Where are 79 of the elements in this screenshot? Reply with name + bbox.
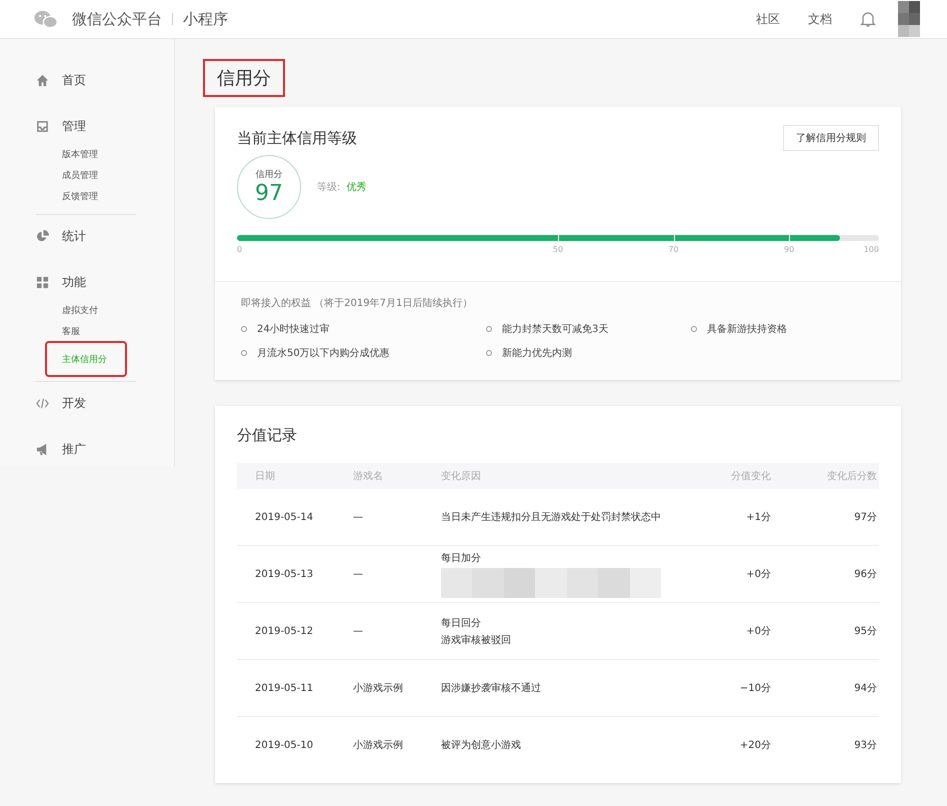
grid-icon — [36, 276, 49, 288]
wechat-logo-icon — [34, 10, 58, 28]
tick-label: 50 — [552, 245, 564, 254]
table-cell-text: 当日未产生违规扣分且无游戏处于处罚封禁状态中 — [441, 510, 662, 524]
tick-label: 100 — [864, 245, 879, 254]
column-header: 日期 — [254, 470, 276, 483]
table-cell-text: 小游戏示例 — [353, 738, 404, 752]
column-header: 分值变化 — [730, 470, 771, 483]
table-cell-text: +0分 — [745, 625, 771, 638]
benefits-title: 即将接入的权益 （将于2019年7月1日后陆续执行） — [241, 296, 474, 310]
benefit-text: 24小时快速过审 — [257, 322, 330, 336]
column-header: 变化后分数 — [826, 470, 877, 483]
sidebar-subitem[interactable]: 成员管理 — [62, 166, 98, 187]
tick-label: 0 — [237, 245, 242, 254]
benefit-text: 新能力优先内测 — [502, 346, 572, 360]
table-cell-text: 被评为创意小游戏 — [441, 738, 522, 752]
table-cell-text: 2019-05-14 — [254, 512, 314, 522]
table-cell-text: +20分 — [738, 739, 771, 752]
megaphone-icon — [36, 442, 49, 456]
sidebar-subitem[interactable]: 反馈管理 — [62, 187, 98, 208]
sidebar-subitem[interactable]: 客服 — [62, 322, 80, 343]
tray-icon — [36, 120, 49, 132]
bullet-icon — [691, 326, 697, 332]
tick-label: 90 — [784, 245, 794, 254]
table-cell-text: 游戏审核被驳回 — [441, 634, 512, 646]
card-title: 分值记录 — [237, 426, 298, 445]
bullet-icon — [486, 326, 492, 332]
table-cell-text: 95分 — [853, 625, 877, 638]
home-icon — [36, 74, 49, 86]
benefit-text: 具备新游扶持资格 — [707, 322, 787, 336]
table-cell-text: 97分 — [853, 511, 877, 524]
table-cell-text: 2019-05-10 — [254, 740, 314, 750]
table-cell-text: 每日回分 — [441, 616, 482, 630]
column-header: 游戏名 — [353, 470, 384, 483]
avatar[interactable] — [898, 1, 920, 37]
table-cell-text: +0分 — [745, 568, 771, 581]
notification-bell-icon[interactable] — [860, 10, 876, 28]
sidebar-subitem[interactable]: 版本管理 — [62, 145, 98, 166]
sidebar-subitem[interactable]: 虚拟支付 — [62, 301, 98, 322]
table-cell-text: — — [353, 568, 364, 580]
score-label: 信用分 — [256, 168, 282, 181]
bullet-icon — [486, 350, 492, 356]
table-cell-text: 每日加分 — [441, 552, 482, 564]
tick-label: 70 — [668, 245, 679, 254]
benefit-text: 月流水50万以下内购分成优惠 — [257, 346, 390, 360]
grade-label: 等级: — [317, 181, 340, 194]
rules-button[interactable]: 了解信用分规则 — [783, 125, 879, 151]
sidebar-item[interactable]: 首页 — [36, 67, 174, 93]
sidebar-item[interactable]: 管理 — [36, 113, 136, 139]
table-cell-text: 小游戏示例 — [353, 682, 404, 695]
sidebar-item[interactable]: 功能 — [36, 269, 136, 295]
table-cell-text: 2019-05-13 — [254, 568, 314, 580]
table-cell-text: — — [353, 512, 364, 522]
page-title: 信用分 — [203, 59, 285, 97]
table-cell-text: 96分 — [853, 568, 877, 581]
pie-chart-icon — [36, 230, 49, 242]
header-link[interactable]: 文档 — [808, 10, 832, 28]
score-value: 97 — [255, 181, 283, 206]
bullet-icon — [241, 326, 247, 332]
header-link[interactable]: 社区 — [756, 10, 780, 28]
sidebar-item[interactable]: 统计 — [36, 223, 174, 249]
sidebar-item[interactable]: 推广 — [36, 436, 174, 462]
code-icon — [36, 396, 49, 410]
benefit-text: 能力封禁天数可减免3天 — [502, 322, 608, 336]
bullet-icon — [241, 350, 247, 356]
grade-value: 优秀 — [346, 180, 366, 194]
card-title: 当前主体信用等级 — [237, 128, 357, 148]
table-cell-text: 2019-05-11 — [254, 682, 314, 694]
table-cell-text: 93分 — [853, 739, 877, 752]
table-cell-text: — — [353, 626, 364, 636]
column-header: 变化原因 — [441, 470, 482, 483]
table-cell-text: 因涉嫌抄袭审核不通过 — [441, 682, 542, 695]
product-name: 小程序 — [183, 10, 228, 28]
table-cell-text: 94分 — [853, 682, 877, 695]
table-cell-text: +1分 — [745, 511, 771, 524]
table-cell-text: 2019-05-12 — [254, 626, 314, 636]
sidebar-item[interactable]: 开发 — [36, 390, 174, 416]
brand-name[interactable]: 微信公众平台 — [72, 10, 162, 28]
table-cell-text: −10分 — [738, 682, 771, 695]
